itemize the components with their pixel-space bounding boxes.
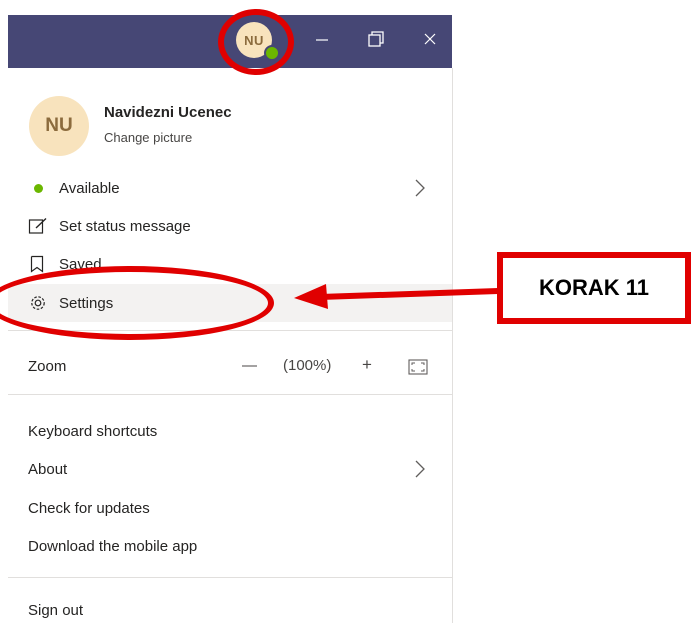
check-updates-label: Check for updates (28, 499, 150, 517)
step-callout-box: KORAK 11 (497, 252, 691, 324)
profile-avatar-large[interactable]: NU (29, 96, 89, 156)
download-app-label: Download the mobile app (28, 537, 198, 555)
presence-dot-icon (34, 184, 43, 193)
keyboard-shortcuts-item[interactable]: Keyboard shortcuts (8, 413, 452, 449)
close-button[interactable] (415, 18, 445, 62)
bookmark-icon (30, 255, 44, 273)
restore-icon (368, 31, 384, 47)
set-status-label: Set status message (59, 217, 191, 235)
edit-message-icon (28, 217, 47, 234)
chevron-right-icon (415, 460, 425, 478)
close-icon (424, 33, 436, 45)
zoom-value: (100%) (283, 357, 332, 374)
about-label: About (28, 460, 68, 478)
zoom-row: Zoom (8, 348, 452, 384)
divider (8, 577, 452, 578)
download-mobile-app-item[interactable]: Download the mobile app (8, 528, 452, 564)
step-callout-label: KORAK 11 (538, 275, 650, 300)
chevron-right-icon (415, 179, 425, 197)
minimize-button[interactable] (307, 18, 337, 62)
callout-arrow-icon (294, 284, 499, 309)
status-menu-item[interactable]: Available (8, 170, 452, 206)
avatar-highlight-ring (218, 9, 294, 75)
set-status-message-item[interactable]: Set status message (8, 208, 452, 244)
divider (8, 394, 452, 395)
zoom-label: Zoom (28, 357, 67, 375)
status-label: Available (59, 179, 120, 197)
change-picture-link[interactable]: Change picture (104, 130, 192, 145)
check-for-updates-item[interactable]: Check for updates (8, 490, 452, 526)
fullscreen-icon[interactable] (408, 359, 428, 375)
about-item[interactable]: About (8, 451, 452, 487)
sign-out-label: Sign out (28, 601, 84, 619)
minimize-icon (316, 39, 328, 41)
zoom-in-button[interactable]: + (362, 355, 372, 375)
user-name: Navidezni Ucenec (104, 104, 232, 121)
avatar-large-initials: NU (45, 115, 73, 136)
restore-button[interactable] (361, 18, 391, 62)
keyboard-shortcuts-label: Keyboard shortcuts (28, 422, 158, 440)
zoom-out-button[interactable]: — (242, 357, 257, 374)
